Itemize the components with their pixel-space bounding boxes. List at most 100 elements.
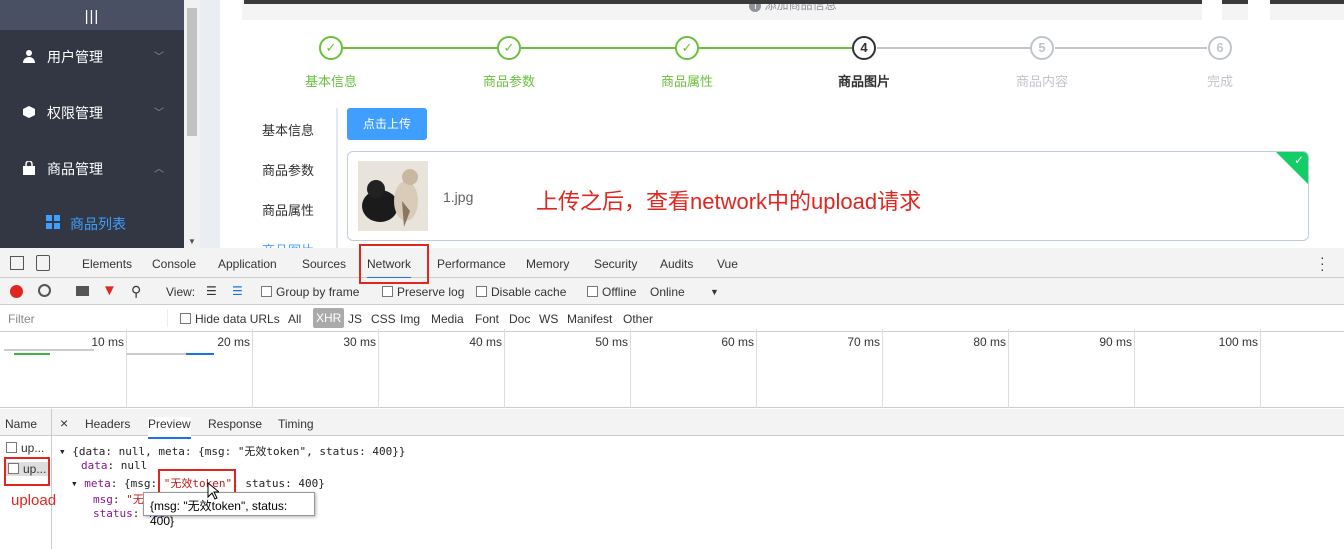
sidebar-item-goods[interactable]: 商品管理 ︿ [0, 140, 184, 196]
filter-font[interactable]: Font [475, 312, 499, 326]
waterfall-view-icon[interactable]: ☰ [232, 284, 243, 298]
tab-preview[interactable]: Preview [148, 417, 191, 439]
highlight-network-tab [359, 244, 429, 284]
step-line [699, 47, 853, 49]
clear-icon[interactable] [38, 284, 51, 297]
network-toolbar: ▼ ⚲ View: ☰ ☰ Group by frame Preserve lo… [0, 278, 1344, 305]
disable-cache-checkbox[interactable]: Disable cache [476, 285, 566, 299]
tooltip: {msg: "无效token", status: 400} [143, 492, 315, 528]
chevron-up-icon: ︿ [154, 164, 164, 175]
network-overview[interactable]: 10 ms 20 ms 30 ms 40 ms 50 ms 60 ms 70 m… [0, 329, 1344, 408]
filter-icon[interactable]: ▼ [102, 282, 117, 299]
request-row[interactable]: up... [6, 441, 44, 455]
vertical-tabs: 基本信息 商品参数 商品属性 商品图片 [246, 108, 338, 248]
filter-other[interactable]: Other [623, 312, 653, 326]
filter-doc[interactable]: Doc [509, 312, 530, 326]
sidebar-toggle[interactable]: ||| [0, 0, 184, 30]
step-title: 完成 [1206, 74, 1233, 89]
step-title: 商品内容 [1015, 74, 1068, 89]
grid-icon [46, 215, 60, 229]
timeline-column: 30 ms [253, 329, 379, 408]
tab-elements[interactable]: Elements [82, 257, 132, 271]
sidebar: ||| 用户管理 ﹀ 权限管理 ﹀ 商品管理 ︿ 商品列表 [0, 0, 184, 248]
filter-ws[interactable]: WS [539, 312, 558, 326]
sidebar-item-label: 商品管理 [47, 161, 103, 177]
step-title: 商品参数 [482, 74, 535, 89]
tab-params[interactable]: 商品参数 [262, 160, 314, 179]
timeline-bar [4, 349, 94, 351]
filter-js[interactable]: JS [348, 312, 362, 326]
tab-images[interactable]: 商品图片 [262, 240, 314, 248]
scroll-down-arrow-icon[interactable]: ▼ [188, 237, 196, 246]
tab-memory[interactable]: Memory [526, 257, 569, 271]
record-icon[interactable] [10, 285, 23, 298]
tab-application[interactable]: Application [218, 257, 277, 271]
step-title: 基本信息 [304, 74, 357, 89]
sidebar-item-users[interactable]: 用户管理 ﹀ [0, 28, 184, 84]
view-label: View: [166, 285, 196, 299]
step-check-icon: ✓ [319, 36, 343, 60]
sidebar-item-label: 权限管理 [47, 105, 103, 121]
filter-css[interactable]: CSS [371, 312, 396, 326]
tab-console[interactable]: Console [152, 257, 196, 271]
sidebar-item-permissions[interactable]: 权限管理 ﹀ [0, 84, 184, 140]
tab-sources[interactable]: Sources [302, 257, 346, 271]
filter-media[interactable]: Media [431, 312, 464, 326]
preview-root[interactable]: ▾ {data: null, meta: {msg: "无效token", st… [59, 443, 406, 459]
search-icon[interactable]: ⚲ [131, 283, 141, 300]
preview-msg: msg: "无 [93, 493, 144, 506]
step-title: 商品图片 [837, 74, 890, 89]
step-number: 4 [852, 36, 876, 60]
chevron-down-icon: ﹀ [154, 52, 164, 63]
filter-xhr[interactable]: XHR [313, 308, 345, 328]
check-icon: ✓ [1293, 153, 1304, 167]
throttle-select[interactable]: Online [650, 285, 685, 299]
preserve-log-checkbox[interactable]: Preserve log [382, 285, 464, 299]
tab-basic-info[interactable]: 基本信息 [262, 120, 314, 139]
device-toolbar-icon[interactable] [36, 255, 50, 271]
bag-icon [23, 161, 35, 175]
timeline-column: 10 ms [0, 329, 127, 408]
tab-timing[interactable]: Timing [278, 417, 314, 431]
sidebar-item-label: 用户管理 [47, 49, 103, 65]
cube-icon [23, 106, 35, 118]
sidebar-scrollbar[interactable]: ▼ [184, 0, 200, 248]
highlight-invalid-token [158, 469, 236, 494]
more-menu-icon[interactable]: · · · [1320, 250, 1325, 276]
timeline-column: 20 ms [127, 329, 253, 408]
timeline-column: 100 ms [1135, 329, 1261, 408]
step-number: 6 [1208, 36, 1232, 60]
step-line [1055, 47, 1207, 49]
upload-button[interactable]: 点击上传 [347, 108, 427, 140]
tab-attrs[interactable]: 商品属性 [262, 200, 314, 219]
tab-security[interactable]: Security [594, 257, 637, 271]
tab-headers[interactable]: Headers [85, 417, 130, 431]
group-by-frame-checkbox[interactable]: Group by frame [261, 285, 359, 299]
step-line [877, 47, 1031, 49]
inspect-icon[interactable] [10, 256, 24, 270]
scrollbar-thumb[interactable] [187, 8, 197, 136]
close-icon[interactable]: × [60, 415, 68, 431]
list-view-icon[interactable]: ☰ [206, 284, 217, 298]
sidebar-subitem-goods-list[interactable]: 商品列表 [0, 196, 184, 248]
dropdown-arrow-icon[interactable]: ▼ [710, 287, 719, 297]
upload-label: upload [11, 492, 57, 509]
tab-vue[interactable]: Vue [717, 257, 738, 271]
timeline-column: 80 ms [883, 329, 1009, 408]
filter-input[interactable]: Filter [2, 309, 168, 327]
hide-data-urls-checkbox[interactable]: Hide data URLs [180, 312, 280, 326]
devtools-tab-bar: Elements Console Application Sources Net… [0, 248, 1344, 279]
tab-audits[interactable]: Audits [660, 257, 693, 271]
filter-img[interactable]: Img [400, 312, 420, 326]
sidebar-subitem-label: 商品列表 [70, 216, 126, 232]
chevron-down-icon: ﹀ [154, 108, 164, 119]
timeline-column: 70 ms [757, 329, 883, 408]
camera-icon[interactable] [76, 286, 89, 296]
timeline-column: 60 ms [631, 329, 757, 408]
mask-block [1248, 0, 1270, 20]
tab-response[interactable]: Response [208, 417, 262, 431]
filter-manifest[interactable]: Manifest [567, 312, 612, 326]
offline-checkbox[interactable]: Offline [587, 285, 636, 299]
tab-performance[interactable]: Performance [437, 257, 506, 271]
filter-all[interactable]: All [288, 312, 301, 326]
